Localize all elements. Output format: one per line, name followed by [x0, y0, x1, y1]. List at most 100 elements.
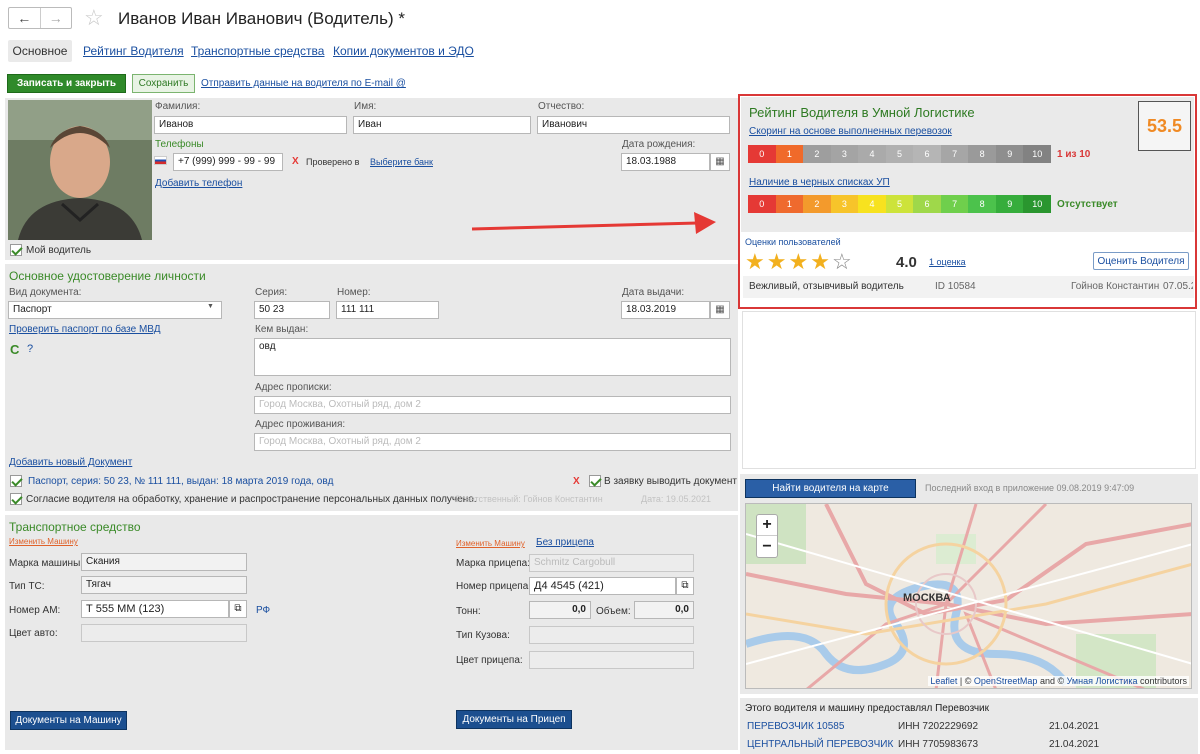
car-color-field[interactable] — [81, 624, 247, 642]
trailer-number-field[interactable]: Д4 4545 (421) — [529, 577, 676, 595]
choose-bank-link[interactable]: Выберите банк — [370, 157, 433, 167]
star-filled-icon: ★ — [766, 249, 787, 274]
doc-remove-button[interactable]: X — [573, 476, 580, 487]
scoring-link[interactable]: Скоринг на основе выполненных перевозок — [749, 126, 952, 137]
scale-cell: 3 — [830, 145, 859, 163]
refresh-icon[interactable]: C — [10, 342, 19, 357]
issue-date-label: Дата выдачи: — [622, 287, 685, 298]
review-author: Гойнов Константин — [1071, 281, 1160, 292]
add-phone-link[interactable]: Добавить телефон — [155, 178, 242, 189]
doc-type-select[interactable]: Паспорт — [8, 301, 222, 319]
body-type-field[interactable] — [529, 626, 694, 644]
volume-field[interactable]: 0,0 — [634, 601, 694, 619]
blacklist-link[interactable]: Наличие в черных списках УП — [749, 177, 890, 188]
country-label: РФ — [256, 605, 271, 616]
save-button[interactable]: Сохранить — [132, 74, 195, 93]
scale-cell: 1 — [775, 145, 804, 163]
number-am-field[interactable]: Т 555 ММ (123) — [81, 600, 229, 618]
name-field[interactable]: Иван — [353, 116, 531, 134]
trailer-documents-button[interactable]: Документы на Прицеп — [456, 710, 572, 729]
attribution-end: contributors — [1137, 676, 1187, 686]
type-field[interactable]: Тягач — [81, 576, 247, 594]
consent-label: Согласие водителя на обработку, хранение… — [26, 493, 477, 505]
birth-date-field[interactable]: 18.03.1988 — [621, 153, 710, 171]
carrier-row-name[interactable]: ЦЕНТРАЛЬНЫЙ ПЕРЕВОЗЧИК — [747, 739, 893, 750]
check-passport-link[interactable]: Проверить паспорт по базе МВД — [9, 324, 161, 335]
reg-address-field[interactable]: Город Москва, Охотный ряд, дом 2 — [254, 396, 731, 414]
open-icon[interactable]: ⧉ — [676, 577, 694, 595]
phone-field[interactable]: +7 (999) 999 - 99 - 99 — [173, 153, 283, 171]
surname-field[interactable]: Иванов — [154, 116, 347, 134]
back-button[interactable]: ← — [9, 8, 41, 28]
smart-logistics-link[interactable]: Умная Логистика — [1067, 676, 1138, 686]
checked-in-label: Проверено в — [306, 157, 360, 167]
review-id: ID 10584 — [935, 281, 976, 292]
map-view[interactable]: + − МОСКВА Leaflet | © OpenStreetMap and… — [745, 503, 1192, 689]
birth-date-label: Дата рождения: — [622, 139, 696, 150]
rate-driver-button[interactable]: Оценить Водителя — [1093, 252, 1189, 270]
reg-address-label: Адрес прописки: — [255, 382, 332, 393]
scale-cell: 5 — [885, 195, 914, 213]
add-document-link[interactable]: Добавить новый Документ — [9, 457, 132, 468]
calendar-icon[interactable]: ▦ — [710, 153, 730, 171]
blacklist-scale: 0 1 2 3 4 5 6 7 8 9 10 — [748, 195, 1052, 213]
forward-button[interactable]: → — [41, 8, 72, 28]
body-type-label: Тип Кузова: — [456, 630, 510, 641]
car-color-label: Цвет авто: — [9, 628, 58, 639]
number-label: Номер: — [337, 287, 371, 298]
tons-field[interactable]: 0,0 — [529, 601, 591, 619]
favorite-star-icon[interactable]: ☆ — [84, 5, 104, 31]
leaflet-link[interactable]: Leaflet — [930, 676, 957, 686]
no-trailer-link[interactable]: Без прицепа — [536, 537, 594, 548]
issue-date-field[interactable]: 18.03.2019 — [621, 301, 710, 319]
rating-count-link[interactable]: 1 оценка — [929, 257, 966, 267]
open-icon[interactable]: ⧉ — [229, 600, 247, 618]
help-icon[interactable]: ? — [27, 343, 33, 355]
number-field[interactable]: 111 111 — [336, 301, 439, 319]
car-documents-button[interactable]: Документы на Машину — [10, 711, 127, 730]
trailer-brand-field[interactable]: Schmitz Cargobull — [529, 554, 694, 572]
carrier-row-name[interactable]: ПЕРЕВОЗЧИК 10585 — [747, 721, 844, 732]
tab-main[interactable]: Основное — [8, 40, 72, 62]
my-driver-checkbox[interactable]: Мой водитель — [10, 244, 91, 256]
zoom-in-button[interactable]: + — [757, 515, 777, 536]
vehicle-title: Транспортное средство — [9, 520, 141, 534]
chevron-down-icon[interactable]: ▼ — [207, 303, 214, 310]
send-email-link[interactable]: Отправить данные на водителя по E-mail @ — [201, 78, 406, 89]
live-address-field[interactable]: Город Москва, Охотный ряд, дом 2 — [254, 433, 731, 451]
scale-cell: 2 — [803, 195, 831, 213]
scoring-scale: 0 1 2 3 4 5 6 7 8 9 10 — [748, 145, 1052, 163]
consent-checkbox[interactable]: Согласие водителя на обработку, хранение… — [10, 493, 477, 505]
scale-cell: 6 — [913, 195, 941, 213]
tab-vehicles[interactable]: Транспортные средства — [191, 44, 324, 58]
osm-link[interactable]: OpenStreetMap — [974, 676, 1038, 686]
tab-documents[interactable]: Копии документов и ЭДО — [333, 44, 474, 58]
find-on-map-button[interactable]: Найти водителя на карте — [745, 479, 916, 498]
trailer-number-label: Номер прицепа: — [456, 581, 532, 592]
carrier-row-date: 21.04.2021 — [1049, 739, 1100, 750]
scale-cell: 8 — [968, 195, 996, 213]
save-close-button[interactable]: Записать и закрыть — [7, 74, 126, 93]
doc-row[interactable]: Паспорт, серия: 50 23, № 111 111, выдан:… — [10, 475, 333, 487]
trailer-color-field[interactable] — [529, 651, 694, 669]
series-field[interactable]: 50 23 — [254, 301, 330, 319]
zoom-out-button[interactable]: − — [757, 536, 777, 557]
scale-cell: 4 — [858, 195, 886, 213]
change-car-link[interactable]: Изменить Машину — [9, 537, 78, 546]
brand-field[interactable]: Скания — [81, 553, 247, 571]
consent-date-text: Дата: 19.05.2021 — [641, 494, 711, 504]
issued-by-field[interactable]: овд — [254, 338, 731, 376]
user-ratings-label: Оценки пользователей — [745, 237, 841, 247]
change-trailer-link[interactable]: Изменить Машину — [456, 539, 525, 548]
calendar-icon[interactable]: ▦ — [710, 301, 730, 319]
to-order-checkbox[interactable]: В заявку выводить документ — [589, 475, 737, 487]
scale-cell: 1 — [775, 195, 804, 213]
phone-remove-button[interactable]: X — [292, 156, 299, 167]
doc-type-label: Вид документа: — [9, 287, 82, 298]
carrier-row-inn: ИНН 7202229692 — [898, 721, 979, 732]
tab-driver-rating[interactable]: Рейтинг Водителя — [83, 44, 184, 58]
rating-title: Рейтинг Водителя в Умной Логистике — [749, 105, 975, 120]
doc-row-text[interactable]: Паспорт, серия: 50 23, № 111 111, выдан:… — [28, 476, 333, 487]
patronymic-field[interactable]: Иванович — [537, 116, 730, 134]
scale-cell: 9 — [995, 145, 1024, 163]
